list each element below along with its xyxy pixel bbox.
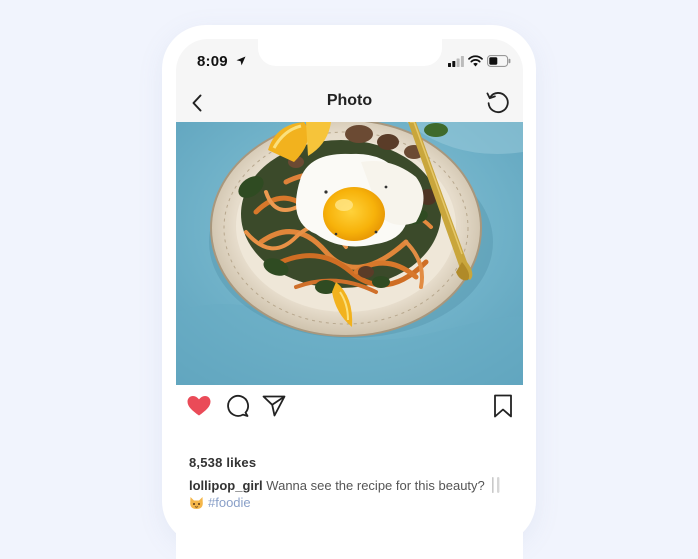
- bookmark-icon[interactable]: [490, 393, 516, 419]
- cellular-signal-icon: [448, 56, 464, 67]
- wifi-icon: [468, 55, 483, 67]
- heart-icon[interactable]: [186, 393, 212, 419]
- battery-icon: [487, 55, 511, 67]
- phone-frame: 8:09 Photo 8,538 likes lollipop_girl Wan…: [162, 25, 536, 559]
- likes-count[interactable]: 8,538 likes: [189, 455, 256, 470]
- phone-screen: 8:09 Photo 8,538 likes lollipop_girl Wan…: [176, 39, 523, 559]
- post-caption: lollipop_girl Wanna see the recipe for t…: [189, 477, 514, 511]
- hashtag-link[interactable]: #foodie: [208, 495, 251, 510]
- status-time: 8:09: [197, 53, 228, 70]
- post-actions-area: 8,538 likes lollipop_girl Wanna see the …: [176, 385, 523, 545]
- page-title: Photo: [326, 92, 373, 109]
- phone-notch: [258, 39, 442, 66]
- post-photo[interactable]: [176, 122, 523, 385]
- food-photo-image: [176, 122, 523, 385]
- top-bar: 8:09 Photo: [176, 39, 523, 122]
- share-icon[interactable]: [261, 393, 287, 419]
- location-arrow-icon: [236, 56, 246, 66]
- refresh-icon[interactable]: [484, 88, 512, 116]
- comment-icon[interactable]: [224, 393, 250, 419]
- cat-emoji-icon: [190, 497, 203, 509]
